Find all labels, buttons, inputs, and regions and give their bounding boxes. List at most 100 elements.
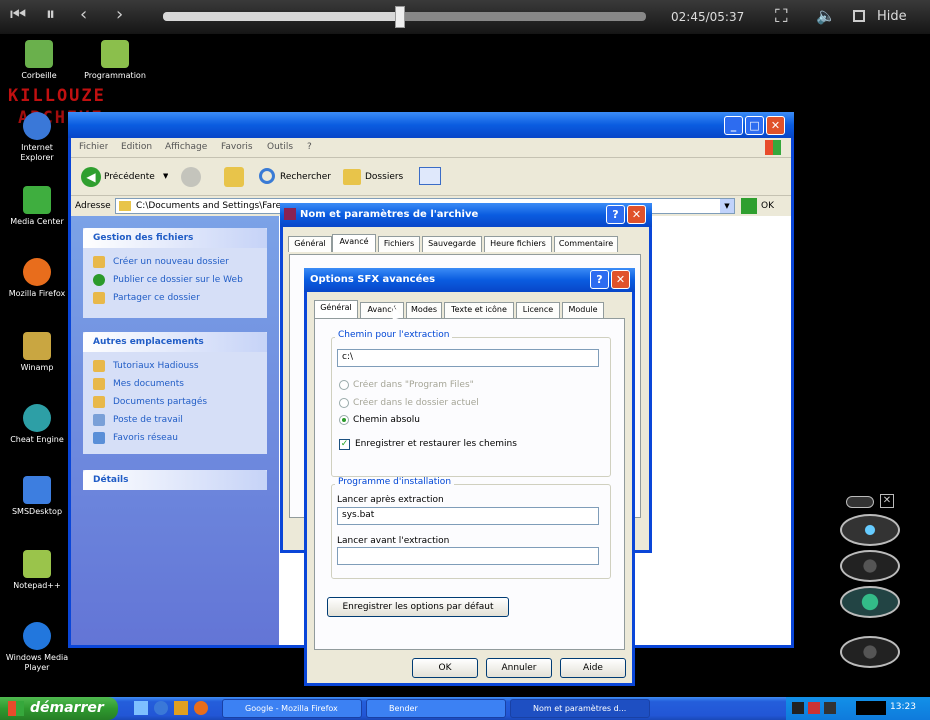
desktop-icon-programmation[interactable]: Programmation bbox=[82, 40, 148, 80]
back-arrow-icon[interactable]: ◀ bbox=[81, 167, 101, 187]
sfx-dialog-titlebar[interactable]: Options SFX avancées ? ✕ bbox=[304, 268, 635, 292]
menu-view[interactable]: Affichage bbox=[165, 142, 207, 152]
go-arrow-icon[interactable] bbox=[741, 198, 757, 214]
search-button-label[interactable]: Rechercher bbox=[280, 172, 331, 182]
menu-edit[interactable]: Edition bbox=[121, 142, 152, 152]
task-archive-dialog[interactable]: Nom et paramètres d... bbox=[510, 699, 650, 718]
overlay-spiral-icon[interactable] bbox=[840, 550, 900, 582]
close-button[interactable]: ✕ bbox=[611, 270, 630, 289]
tab-modes[interactable]: Modes bbox=[406, 302, 442, 318]
desktop-icon-cheat-engine[interactable]: Cheat Engine bbox=[4, 404, 70, 444]
radio-absolute-path[interactable] bbox=[339, 415, 349, 425]
archive-dialog-titlebar[interactable]: Nom et paramètres de l'archive ? ✕ bbox=[280, 203, 652, 227]
minimize-button[interactable]: _ bbox=[724, 116, 743, 135]
quicklaunch-firefox-icon[interactable] bbox=[194, 701, 208, 715]
save-defaults-button[interactable]: Enregistrer les options par défaut bbox=[327, 597, 509, 617]
seek-handle[interactable] bbox=[394, 6, 405, 28]
help-button[interactable]: ? bbox=[606, 205, 625, 224]
radio-current-folder[interactable] bbox=[339, 398, 349, 408]
close-button[interactable]: ✕ bbox=[766, 116, 785, 135]
tab-file-time[interactable]: Heure fichiers bbox=[484, 236, 552, 252]
place-tutoriaux[interactable]: Tutoriaux Hadiouss bbox=[83, 357, 267, 375]
tray-icon[interactable] bbox=[792, 702, 804, 714]
task-share-folder[interactable]: Partager ce dossier bbox=[83, 289, 267, 307]
skip-back-icon[interactable]: ⏮ bbox=[10, 4, 26, 25]
place-my-computer[interactable]: Poste de travail bbox=[83, 411, 267, 429]
checkbox-save-restore[interactable]: ✓ bbox=[339, 439, 350, 450]
maximize-button[interactable]: □ bbox=[745, 116, 764, 135]
desktop-icon-ie[interactable]: Internet Explorer bbox=[4, 112, 70, 163]
quicklaunch-ie-icon[interactable] bbox=[154, 701, 168, 715]
tab-comment[interactable]: Commentaire bbox=[554, 236, 618, 252]
menu-favorites[interactable]: Favoris bbox=[221, 142, 253, 152]
quicklaunch-desktop-icon[interactable] bbox=[134, 701, 148, 715]
tab-text-icon[interactable]: Texte et icône bbox=[444, 302, 514, 318]
overlay-close-icon[interactable]: ✕ bbox=[880, 494, 894, 508]
task-publish-web[interactable]: Publier ce dossier sur le Web bbox=[83, 271, 267, 289]
rewind-icon[interactable]: ‹ bbox=[80, 4, 87, 25]
extract-path-input[interactable]: c:\ bbox=[337, 349, 599, 367]
chevron-down-icon[interactable]: ▼ bbox=[720, 199, 734, 213]
radio-program-files[interactable] bbox=[339, 380, 349, 390]
chevron-down-icon[interactable]: ▼ bbox=[163, 172, 168, 180]
desktop-icon-firefox[interactable]: Mozilla Firefox bbox=[4, 258, 70, 298]
tab-advanced[interactable]: Avancé bbox=[332, 234, 376, 252]
desktop-icon-label: Programmation bbox=[84, 71, 146, 80]
overlay-disc-icon[interactable] bbox=[840, 514, 900, 546]
place-my-documents[interactable]: Mes documents bbox=[83, 375, 267, 393]
folder-up-icon[interactable] bbox=[224, 167, 244, 187]
tab-license[interactable]: Licence bbox=[516, 302, 560, 318]
place-network[interactable]: Favoris réseau bbox=[83, 429, 267, 447]
run-after-input[interactable]: sys.bat bbox=[337, 507, 599, 525]
tab-files[interactable]: Fichiers bbox=[378, 236, 420, 252]
start-button[interactable]: démarrer bbox=[0, 697, 118, 720]
task-firefox[interactable]: Google - Mozilla Firefox bbox=[222, 699, 362, 718]
desktop-icon-notepad[interactable]: Notepad++ bbox=[4, 550, 70, 590]
view-icon[interactable] bbox=[419, 167, 441, 185]
close-button[interactable]: ✕ bbox=[627, 205, 646, 224]
pause-icon[interactable]: ⏸ bbox=[46, 4, 55, 25]
fullscreen-icon[interactable]: ⛶ bbox=[775, 6, 788, 27]
desktop-icon-recycle[interactable]: Corbeille bbox=[6, 40, 72, 80]
task-bender[interactable]: Bender bbox=[366, 699, 506, 718]
desktop-icon-wmp[interactable]: Windows Media Player bbox=[4, 622, 70, 673]
menu-help[interactable]: ? bbox=[307, 142, 312, 152]
tab-general[interactable]: Général bbox=[288, 236, 332, 252]
firefox-icon bbox=[23, 258, 51, 286]
help-button[interactable]: Aide bbox=[560, 658, 626, 678]
folders-button-label[interactable]: Dossiers bbox=[365, 172, 403, 182]
place-shared-documents[interactable]: Documents partagés bbox=[83, 393, 267, 411]
help-button[interactable]: ? bbox=[590, 270, 609, 289]
overlay-link-icon[interactable] bbox=[846, 496, 874, 508]
explorer-titlebar[interactable]: _ □ ✕ bbox=[68, 112, 794, 138]
hide-label[interactable]: Hide bbox=[877, 9, 907, 24]
desktop-icon-winamp[interactable]: Winamp bbox=[4, 332, 70, 372]
panel-file-tasks-header[interactable]: Gestion des fichiers bbox=[83, 228, 267, 248]
tab-module[interactable]: Module bbox=[562, 302, 604, 318]
quicklaunch-media-icon[interactable] bbox=[174, 701, 188, 715]
menu-tools[interactable]: Outils bbox=[267, 142, 293, 152]
panel-other-places-header[interactable]: Autres emplacements bbox=[83, 332, 267, 352]
folders-icon[interactable] bbox=[343, 169, 361, 185]
run-before-input[interactable] bbox=[337, 547, 599, 565]
hide-checkbox[interactable] bbox=[853, 10, 865, 22]
tray-icon[interactable] bbox=[808, 702, 820, 714]
tray-icon[interactable] bbox=[824, 702, 836, 714]
task-new-folder[interactable]: Créer un nouveau dossier bbox=[83, 253, 267, 271]
overlay-stack-icon[interactable] bbox=[840, 586, 900, 618]
search-icon[interactable] bbox=[259, 168, 275, 184]
cancel-button[interactable]: Annuler bbox=[486, 658, 552, 678]
tab-general[interactable]: Général bbox=[314, 300, 358, 318]
panel-details-header[interactable]: Détails bbox=[83, 470, 267, 490]
overlay-tool-icon[interactable] bbox=[840, 636, 900, 668]
back-button-label[interactable]: Précédente bbox=[104, 172, 155, 182]
forward-icon[interactable]: › bbox=[116, 4, 123, 25]
forward-arrow-icon[interactable] bbox=[181, 167, 201, 187]
ok-button[interactable]: OK bbox=[412, 658, 478, 678]
menu-file[interactable]: Fichier bbox=[79, 142, 108, 152]
volume-icon[interactable]: 🔈 bbox=[816, 6, 836, 25]
tab-backup[interactable]: Sauvegarde bbox=[422, 236, 482, 252]
desktop-icon-media-center[interactable]: Media Center bbox=[4, 186, 70, 226]
desktop-icon-smsdesktop[interactable]: SMSDesktop bbox=[4, 476, 70, 516]
go-button-label[interactable]: OK bbox=[761, 201, 774, 211]
